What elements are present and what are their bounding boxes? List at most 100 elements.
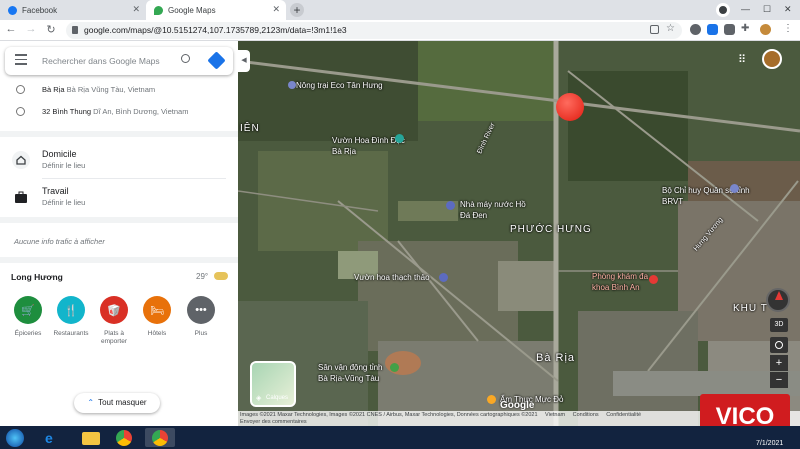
bookmark-star-icon[interactable]: ☆ <box>666 23 675 34</box>
weather-temperature: 29° <box>196 272 209 281</box>
poi-pin-icon[interactable] <box>446 201 455 210</box>
bed-icon: 🛏 <box>143 296 171 324</box>
chrome-active-icon[interactable] <box>145 428 175 447</box>
category-groceries[interactable]: 🛒 Épiceries <box>5 296 51 338</box>
recent-sub: Dĩ An, Bình Dương, Vietnam <box>93 107 189 116</box>
search-box[interactable]: Rechercher dans Google Maps <box>5 47 233 75</box>
divider <box>42 178 226 179</box>
zoom-in-button[interactable]: + <box>770 355 788 371</box>
vietnam-link[interactable]: Vietnam <box>545 412 565 418</box>
forward-icon[interactable]: → <box>24 23 38 35</box>
layers-label: Calques <box>266 395 289 401</box>
maximize-icon[interactable]: ☐ <box>763 4 771 15</box>
internet-explorer-icon[interactable]: e <box>38 428 68 447</box>
reload-icon[interactable]: ↻ <box>44 23 58 36</box>
location-marker[interactable] <box>556 93 584 121</box>
map-label: PHƯỚC HƯNG <box>510 224 592 235</box>
close-window-icon[interactable]: ✕ <box>784 4 792 15</box>
extension-icon-2[interactable] <box>707 24 718 35</box>
map-label: IÊN <box>240 123 260 134</box>
back-icon[interactable]: ← <box>4 23 18 35</box>
new-tab-button[interactable]: + <box>290 3 304 17</box>
poi-pin-icon[interactable] <box>730 184 739 193</box>
layers-button[interactable]: ◈ Calques <box>250 361 296 407</box>
minimize-icon[interactable]: — <box>741 4 750 14</box>
category-takeout[interactable]: 🥡 Plats à emporter <box>91 296 137 346</box>
url-text: google.com/maps/@10.5151274,107.1735789,… <box>84 25 347 35</box>
search-icon[interactable] <box>181 54 190 63</box>
directions-icon[interactable] <box>207 51 226 70</box>
poi-pin-icon[interactable] <box>395 134 404 143</box>
poi-pin-icon[interactable] <box>487 395 496 404</box>
extensions-puzzle-icon[interactable]: ✚ <box>741 23 749 34</box>
map-label[interactable]: Nông trại Eco Tân Hưng <box>296 81 383 90</box>
my-location-icon[interactable] <box>770 337 788 353</box>
tab-google-maps-title: Google Maps <box>168 5 216 15</box>
category-restaurants[interactable]: 🍴 Restaurants <box>48 296 94 338</box>
divider <box>0 257 238 263</box>
start-button-icon[interactable] <box>6 429 24 447</box>
windows-taskbar: e 7/1/2021 <box>0 426 800 449</box>
category-label: Épiceries <box>14 330 42 337</box>
close-tab-icon[interactable]: ✕ <box>132 4 140 15</box>
terms-link[interactable]: Conditions <box>573 412 599 418</box>
weather-location: Long Hương <box>11 272 63 282</box>
collapse-panel-button[interactable]: ◀ <box>238 50 250 72</box>
recent-main: 32 Bình Thung <box>42 107 92 116</box>
tab-facebook-title: Facebook <box>22 5 58 15</box>
poi-pin-icon[interactable] <box>390 363 399 372</box>
poi-pin-icon[interactable] <box>288 81 296 89</box>
taskbar-date: 7/1/2021 <box>756 440 784 447</box>
map-attribution: Images ©2021 Maxar Technologies, Images … <box>240 412 538 418</box>
traffic-info: Aucune info trafic à afficher <box>14 237 105 246</box>
recent-sub: Bà Rịa Vũng Tàu, Vietnam <box>66 85 156 94</box>
account-avatar[interactable] <box>762 49 782 69</box>
install-icon[interactable] <box>650 25 659 34</box>
recent-search-item[interactable]: 32 Bình Thung Dĩ An, Bình Dương, Vietnam <box>0 103 238 123</box>
search-input[interactable]: Rechercher dans Google Maps <box>42 56 160 66</box>
category-more[interactable]: ••• Plus <box>178 296 224 338</box>
place-title: Domicile <box>42 149 77 159</box>
map-label[interactable]: Sân vận động tỉnh Bà Rịa-Vũng Tàu <box>318 362 392 384</box>
category-hotels[interactable]: 🛏 Hôtels <box>134 296 180 338</box>
privacy-link[interactable]: Confidentialité <box>606 412 641 418</box>
map-label[interactable]: Vườn hoa thạch thảo <box>354 273 430 282</box>
category-label: Plus <box>194 330 208 337</box>
compass-icon[interactable] <box>766 288 790 312</box>
close-tab-icon[interactable]: ✕ <box>272 4 280 15</box>
view-3d-button[interactable]: 3D <box>770 318 788 332</box>
tab-google-maps[interactable]: Google Maps ✕ <box>146 0 286 20</box>
hide-all-button[interactable]: ⌃ Tout masquer <box>74 393 160 413</box>
profile-icon[interactable] <box>716 3 730 17</box>
profile-avatar-icon[interactable] <box>760 24 771 35</box>
divider <box>0 217 238 223</box>
facebook-icon <box>8 5 17 15</box>
file-explorer-icon[interactable] <box>76 428 106 447</box>
chrome-icon[interactable] <box>110 428 140 447</box>
zoom-out-button[interactable]: − <box>770 372 788 388</box>
fork-knife-icon: 🍴 <box>57 296 85 324</box>
menu-dots-icon[interactable]: ⋮ <box>783 23 793 34</box>
takeout-icon: 🥡 <box>100 296 128 324</box>
layers-icon: ◈ <box>256 395 262 402</box>
place-home[interactable]: Domicile Définir le lieu <box>0 145 238 175</box>
clock-icon <box>16 85 25 94</box>
place-subtitle: Définir le lieu <box>42 198 86 207</box>
tab-facebook[interactable]: Facebook ✕ <box>0 0 146 20</box>
recent-main: Bà Rịa <box>42 85 65 94</box>
apps-grid-icon[interactable]: ⠿ <box>738 53 746 66</box>
google-maps-icon <box>154 5 163 15</box>
extension-icon-1[interactable] <box>690 24 701 35</box>
feedback-link[interactable]: Envoyer des commentaires <box>240 419 307 425</box>
address-bar[interactable]: google.com/maps/@10.5151274,107.1735789,… <box>66 22 682 39</box>
place-work[interactable]: Travail Définir le lieu <box>0 182 238 212</box>
extension-icon-3[interactable] <box>724 24 735 35</box>
poi-pin-icon[interactable] <box>439 273 448 282</box>
poi-pin-icon[interactable] <box>649 275 658 284</box>
hide-all-label: Tout masquer <box>98 398 147 407</box>
hamburger-menu-icon[interactable] <box>15 54 27 65</box>
map-label[interactable]: Nhà máy nước Hồ Đá Đen <box>460 199 528 221</box>
satellite-map[interactable]: Nông trại Eco Tân Hưng Vườn Hoa Đình Đặc… <box>238 41 800 426</box>
recent-search-item[interactable]: Bà Rịa Bà Rịa Vũng Tàu, Vietnam <box>0 81 238 101</box>
place-subtitle: Définir le lieu <box>42 161 86 170</box>
